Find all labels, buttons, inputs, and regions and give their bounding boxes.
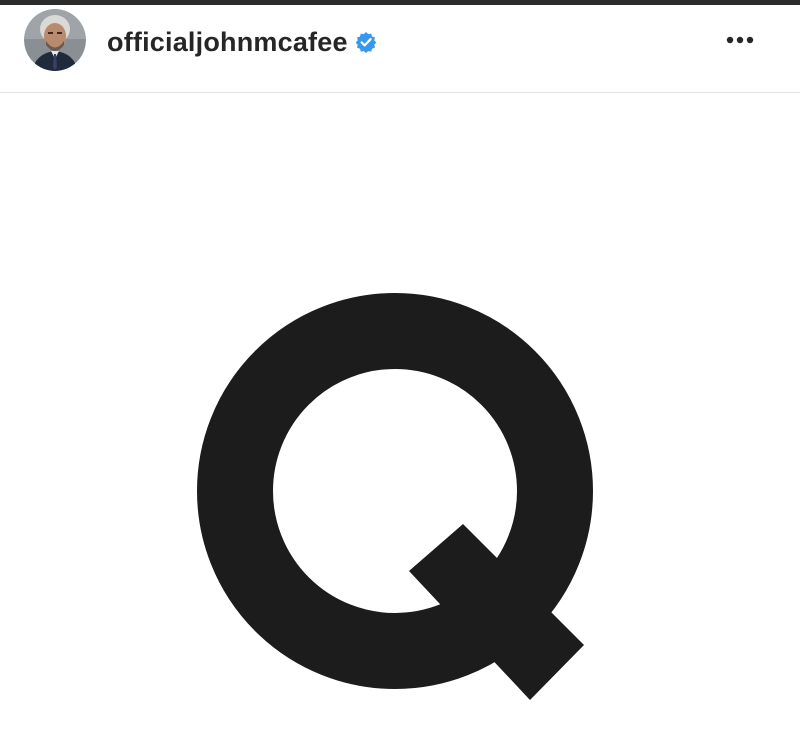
letter-q-graphic [197, 293, 593, 700]
avatar[interactable] [24, 9, 86, 71]
username-link[interactable]: officialjohnmcafee [107, 27, 348, 58]
post-image[interactable] [0, 94, 800, 740]
username-container: officialjohnmcafee [107, 24, 377, 60]
verified-badge-icon [355, 31, 377, 53]
post-header: officialjohnmcafee [0, 5, 800, 93]
more-options-icon [726, 36, 754, 44]
more-options-button[interactable] [718, 23, 762, 57]
profile-photo-avatar-icon [24, 9, 86, 71]
